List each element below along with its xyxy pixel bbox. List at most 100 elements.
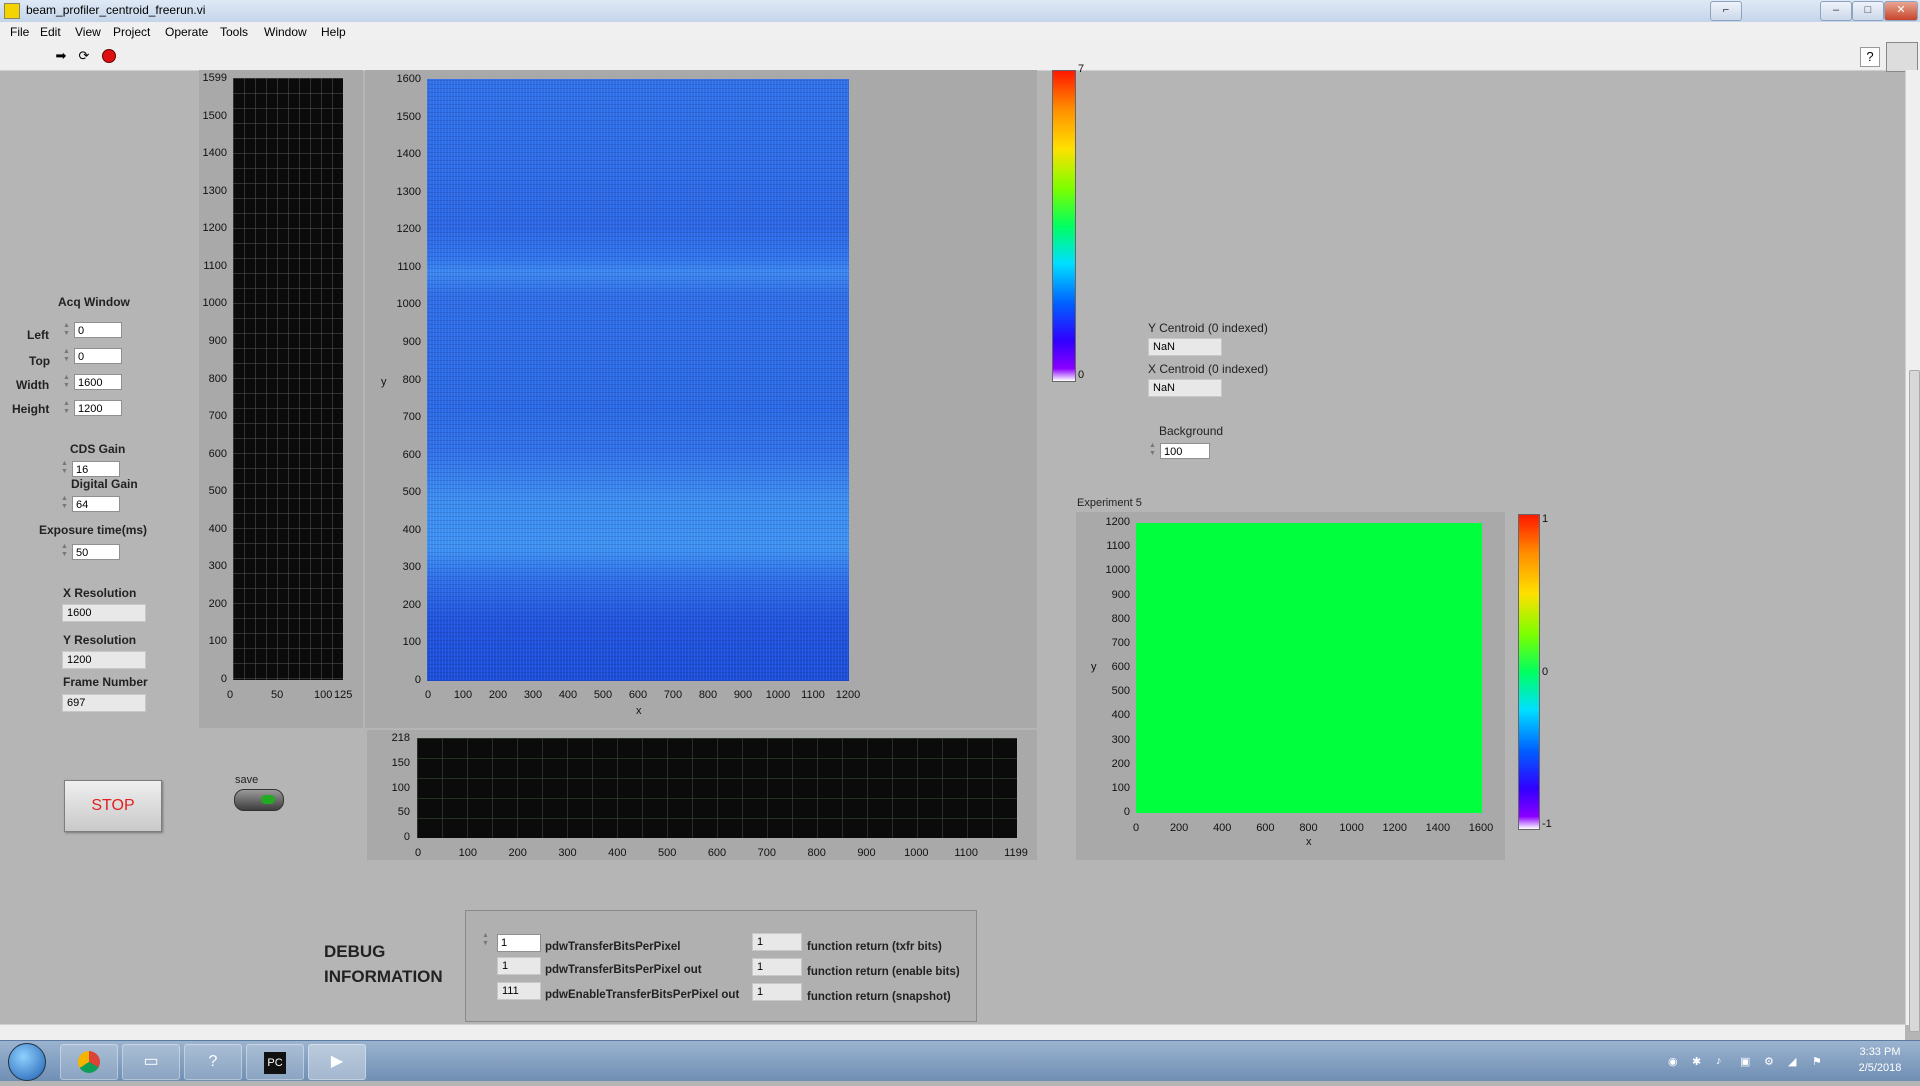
main-image-y-tick: 700 [402,411,421,424]
experiment-x-tick: 1400 [1425,822,1451,834]
width-spinner-icon[interactable]: ▲ ▼ [62,374,71,392]
main-image-y-tick: 600 [402,448,421,461]
main-colorbar [1052,70,1076,382]
background-input[interactable]: 100 [1160,443,1210,459]
horizontal-scrollbar[interactable] [0,1024,1905,1040]
labview-icon[interactable]: ▶ [308,1044,366,1080]
height-spinner-icon[interactable]: ▲ ▼ [62,400,71,418]
restore-down-button[interactable]: ⌐ [1710,1,1742,21]
side-profile-y-tick: 400 [208,522,227,535]
volume-tray-icon[interactable]: ♪ [1716,1055,1728,1067]
bottom-profile-x-tick: 900 [857,847,876,859]
main-image-y-tick: 1200 [396,223,421,236]
exposure-input[interactable]: 50 [72,544,120,560]
main-image-y-tick: 0 [414,674,421,686]
experiment-x-tick: 0 [1132,822,1140,834]
menu-project[interactable]: Project [113,25,150,39]
display-tray-icon[interactable]: ▣ [1740,1055,1752,1068]
bottom-profile-x-tick: 0 [414,847,422,859]
main-image-x-tick: 800 [698,689,718,701]
abort-execution-icon[interactable] [100,47,118,65]
bottom-profile-x-tick: 400 [608,847,627,859]
cds-gain-spinner-icon[interactable]: ▲ ▼ [60,460,69,478]
help-icon[interactable]: ? [184,1044,242,1080]
network-tray-icon[interactable]: ◉ [1668,1055,1680,1068]
save-switch-label: save [235,774,259,786]
experiment-x-axis-label: x [1306,836,1312,848]
debug-row2-label: pdwTransferBitsPerPixel out [545,964,702,976]
stop-button[interactable]: STOP [64,780,162,832]
main-image-y-tick: 1600 [396,73,421,85]
digital-gain-label: Digital Gain [71,477,138,491]
side-profile-y-tick: 1400 [202,147,227,160]
debug-row3-return-label: function return (snapshot) [807,991,951,1003]
side-profile-y-tick: 800 [208,372,227,385]
height-input[interactable]: 1200 [74,400,122,416]
window-title: beam_profiler_centroid_freerun.vi [26,3,206,17]
background-spinner-icon[interactable]: ▲ ▼ [1148,442,1157,460]
context-help-icon[interactable]: ? [1860,47,1880,67]
digital-gain-spinner-icon[interactable]: ▲ ▼ [60,495,69,513]
minimize-button[interactable]: – [1820,1,1852,21]
debug-row2-return-indicator: 1 [752,958,802,976]
left-label: Left [27,328,49,342]
cds-gain-input[interactable]: 16 [72,461,120,477]
bluetooth-tray-icon[interactable]: ✱ [1692,1055,1704,1068]
run-continuously-icon[interactable]: ⟳ [75,47,93,65]
debug-row1-spinner-icon[interactable]: ▲ ▼ [481,932,490,950]
main-image-x-tick: 600 [628,689,648,701]
menu-file[interactable]: File [10,25,29,39]
width-input[interactable]: 1600 [74,374,122,390]
flag-tray-icon[interactable]: ⚑ [1812,1055,1824,1068]
maximize-button[interactable]: □ [1852,1,1884,21]
menu-tools[interactable]: Tools [220,25,248,39]
digital-gain-input[interactable]: 64 [72,496,120,512]
vi-connector-icon [1886,42,1918,72]
debug-row1-input[interactable]: 1 [497,934,541,952]
debug-row3-return-indicator: 1 [752,983,802,1001]
exposure-spinner-icon[interactable]: ▲ ▼ [60,543,69,561]
experiment-label: Experiment 5 [1077,497,1142,509]
clock-time[interactable]: 3:33 PM [1850,1046,1910,1058]
settings-tray-icon[interactable]: ⚙ [1764,1055,1776,1068]
menu-view[interactable]: View [75,25,101,39]
menu-help[interactable]: Help [321,25,346,39]
wifi-tray-icon[interactable]: ◢ [1788,1055,1800,1068]
left-input[interactable]: 0 [74,322,122,338]
menu-window[interactable]: Window [264,25,307,39]
menu-edit[interactable]: Edit [40,25,61,39]
pycharm-icon[interactable]: PC [246,1044,304,1080]
explorer-icon[interactable]: ▭ [122,1044,180,1080]
main-image-x-tick: 1000 [765,689,791,701]
close-button[interactable]: ✕ [1884,1,1918,21]
bottom-profile-x-tick: 700 [757,847,776,859]
main-image-x-tick: 700 [663,689,683,701]
top-input[interactable]: 0 [74,348,122,364]
cds-gain-label: CDS Gain [70,442,126,456]
experiment-x-tick: 1200 [1382,822,1407,834]
experiment-x-tick: 400 [1213,822,1232,834]
top-spinner-icon[interactable]: ▲ ▼ [62,348,71,366]
run-arrow-icon[interactable]: ➡ [52,47,70,65]
left-spinner-icon[interactable]: ▲ ▼ [62,322,71,340]
debug-row1-return-indicator: 1 [752,933,802,951]
vertical-scrollbar[interactable] [1905,70,1920,1032]
main-image-y-tick: 100 [402,636,421,649]
experiment-y-tick: 700 [1111,636,1130,649]
side-profile-y-tick: 100 [208,635,227,648]
chrome-icon[interactable] [60,1044,118,1080]
menu-bar: File Edit View Project Operate Tools Win… [0,22,1920,42]
bottom-profile-x-tick: 1100 [954,847,978,859]
vertical-scroll-thumb[interactable] [1909,370,1920,1032]
menu-operate[interactable]: Operate [165,25,208,39]
y-centroid-indicator: NaN [1148,338,1222,356]
debug-row1-return-label: function return (txfr bits) [807,941,942,953]
top-label: Top [29,354,51,368]
bottom-profile-y-tick: 218 [391,732,410,744]
save-toggle-switch[interactable] [234,789,284,811]
bottom-profile-x-tick: 800 [807,847,826,859]
clock-date[interactable]: 2/5/2018 [1850,1062,1910,1074]
debug-row2-indicator: 1 [497,957,541,975]
side-profile-x-tick: 100 [314,689,333,701]
windows-start-icon[interactable] [8,1043,46,1081]
